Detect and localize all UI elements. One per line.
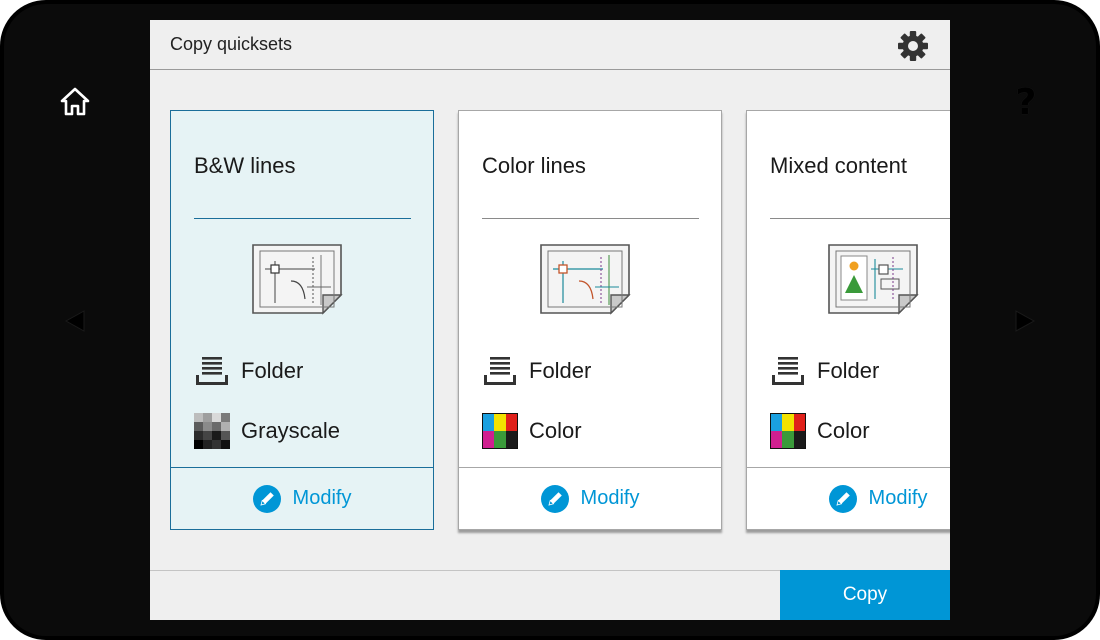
modify-label: Modify bbox=[292, 487, 352, 509]
card-divider bbox=[770, 218, 950, 219]
modify-button[interactable]: Modify bbox=[747, 467, 950, 529]
card-divider bbox=[194, 218, 411, 219]
mixed-content-drawing-icon bbox=[828, 244, 919, 315]
modify-label: Modify bbox=[580, 487, 640, 509]
color-mode-label: Grayscale bbox=[241, 418, 341, 443]
previous-page-button[interactable] bbox=[58, 304, 92, 338]
help-button[interactable]: ? bbox=[1006, 82, 1046, 123]
color-palette-icon bbox=[482, 413, 518, 449]
folder-stack-icon bbox=[772, 357, 804, 385]
modify-button[interactable]: Modify bbox=[171, 467, 433, 529]
card-divider bbox=[482, 218, 699, 219]
output-row: Folder bbox=[194, 353, 303, 389]
card-title: B&W lines bbox=[194, 153, 296, 178]
quickset-card-bw-lines[interactable]: B&W lines Folder Grayscale Modify bbox=[170, 110, 434, 530]
pencil-icon bbox=[828, 484, 857, 513]
output-label: Folder bbox=[529, 358, 592, 383]
color-lines-drawing-icon bbox=[540, 244, 631, 315]
home-icon bbox=[60, 87, 90, 116]
color-mode-label: Color bbox=[529, 418, 582, 443]
folder-stack-icon bbox=[484, 357, 516, 385]
left-arrow-icon bbox=[64, 310, 85, 332]
page-title: Copy quicksets bbox=[170, 34, 293, 54]
modify-button[interactable]: Modify bbox=[459, 467, 721, 529]
modify-label: Modify bbox=[868, 487, 928, 509]
color-mode-row: Color bbox=[770, 413, 870, 449]
copy-button[interactable]: Copy bbox=[780, 570, 950, 620]
card-title: Color lines bbox=[482, 153, 586, 178]
color-palette-icon bbox=[770, 413, 806, 449]
folder-stack-icon bbox=[196, 357, 228, 385]
output-row: Folder bbox=[770, 353, 879, 389]
output-row: Folder bbox=[482, 353, 591, 389]
pencil-icon bbox=[540, 484, 569, 513]
color-mode-label: Color bbox=[817, 418, 870, 443]
quickset-card-color-lines[interactable]: Color lines Folder Color Modify bbox=[458, 110, 722, 530]
home-button[interactable] bbox=[56, 84, 94, 120]
color-mode-row: Grayscale bbox=[194, 413, 340, 449]
next-page-button[interactable] bbox=[1008, 304, 1042, 338]
output-label: Folder bbox=[817, 358, 880, 383]
screen: Copy quicksets B&W lines Folder Grayscal… bbox=[150, 20, 950, 620]
header-bar: Copy quicksets bbox=[150, 20, 950, 70]
output-label: Folder bbox=[241, 358, 304, 383]
card-title: Mixed content bbox=[770, 153, 907, 178]
gear-icon[interactable] bbox=[896, 29, 930, 63]
bw-lines-drawing-icon bbox=[252, 244, 343, 315]
pencil-icon bbox=[252, 484, 281, 513]
grayscale-icon bbox=[194, 413, 230, 449]
color-mode-row: Color bbox=[482, 413, 582, 449]
right-arrow-icon bbox=[1015, 310, 1036, 332]
quickset-card-mixed-content[interactable]: Mixed content Folder Color Modify bbox=[746, 110, 950, 530]
